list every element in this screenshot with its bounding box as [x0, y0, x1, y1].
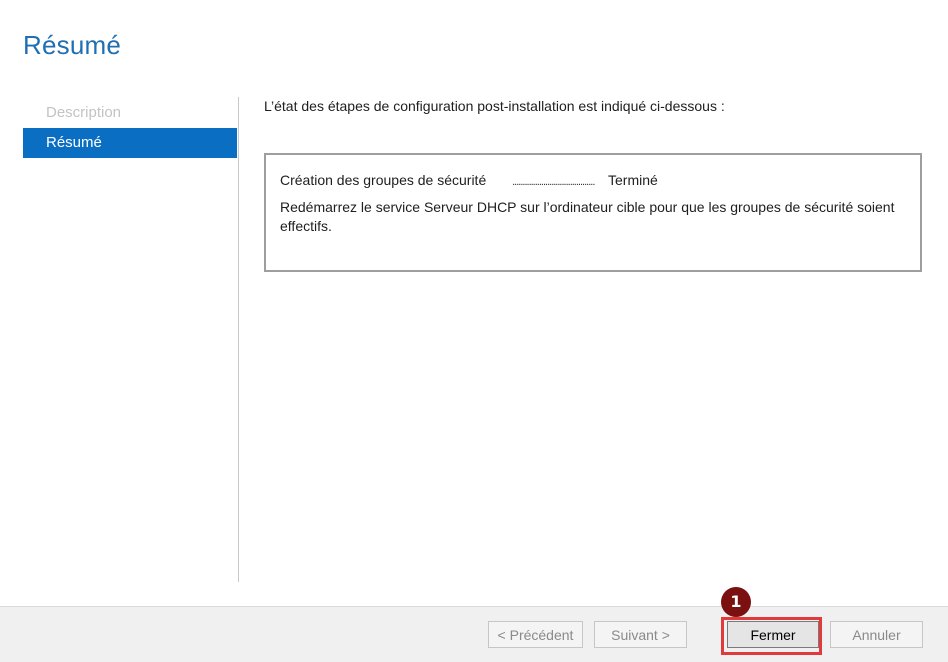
step-badge: 1 [721, 587, 751, 617]
next-button[interactable]: Suivant > [594, 621, 687, 648]
nav-item-resume[interactable]: Résumé [23, 128, 237, 158]
page-title: Résumé [23, 30, 122, 60]
task-status: Terminé [608, 172, 658, 188]
task-line: Création des groupes de sécurité .......… [280, 172, 658, 188]
cancel-button[interactable]: Annuler [830, 621, 923, 648]
close-button-highlight [721, 617, 822, 655]
nav-divider [238, 97, 239, 582]
wizard-nav: Description Résumé [23, 98, 237, 158]
previous-button[interactable]: < Précédent [488, 621, 583, 648]
nav-item-description: Description [46, 104, 122, 121]
intro-text: L’état des étapes de configuration post-… [264, 98, 725, 114]
task-dots: ........................................ [512, 176, 595, 188]
results-box: Création des groupes de sécurité .......… [264, 153, 922, 272]
task-message: Redémarrez le service Serveur DHCP sur l… [280, 199, 895, 234]
task-name: Création des groupes de sécurité [280, 172, 487, 188]
